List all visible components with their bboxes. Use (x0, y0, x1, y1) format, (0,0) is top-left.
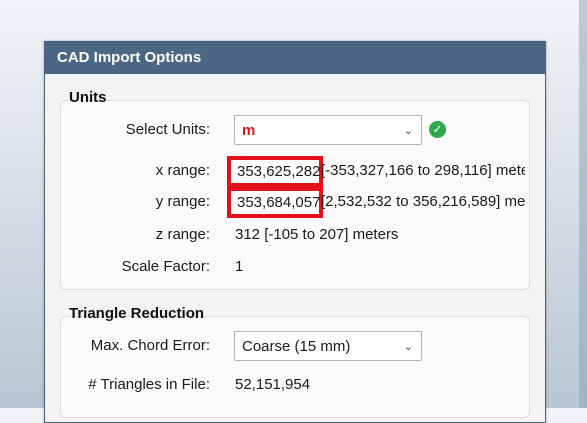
select-units-label: Select Units: (125, 121, 210, 138)
y-range-value: 353,684,057 (237, 194, 321, 211)
units-select[interactable]: m ⌄ (234, 115, 422, 145)
triangle-count-label: # Triangles in File: (88, 376, 210, 393)
scale-factor-label: Scale Factor: (121, 258, 210, 275)
chord-error-row: Max. Chord Error: Coarse (15 mm) ⌄ (45, 331, 545, 361)
chevron-down-icon: ⌄ (403, 125, 413, 137)
z-range-value: 312 [-105 to 207] meters (235, 226, 399, 243)
chord-error-value: Coarse (15 mm) (242, 338, 351, 355)
triangle-reduction-heading: Triangle Reduction (69, 305, 205, 322)
y-range-label: y range: (155, 193, 210, 210)
x-range-label: x range: (155, 162, 210, 179)
triangle-count-value: 52,151,954 (235, 376, 311, 393)
y-range-detail: [2,532,532 to 356,216,589] meters (321, 193, 525, 210)
chord-error-label: Max. Chord Error: (90, 337, 210, 354)
x-range-row: x range: 353,625,282 [-353,327,166 to 29… (45, 156, 545, 187)
scale-factor-value: 1 (235, 258, 244, 275)
x-range-detail: [-353,327,166 to 298,116] meters (321, 162, 525, 179)
y-range-row: y range: 353,684,057 [2,532,532 to 356,2… (45, 187, 545, 218)
chevron-down-icon: ⌄ (403, 341, 413, 353)
z-range-row: z range: 312 [-105 to 207] meters (45, 220, 545, 250)
units-heading: Units (69, 89, 107, 106)
x-range-value: 353,625,282 (237, 163, 321, 180)
x-range-highlight: 353,625,282 (227, 156, 323, 187)
scale-factor-row: Scale Factor: 1 (45, 252, 545, 282)
z-range-label: z range: (155, 226, 210, 243)
check-circle-icon: ✓ (429, 121, 446, 138)
chord-error-select[interactable]: Coarse (15 mm) ⌄ (234, 331, 422, 361)
select-units-row: Select Units: m ⌄ ✓ (45, 115, 545, 145)
cad-import-dialog: CAD Import Options Units Select Units: m… (44, 41, 546, 423)
y-range-highlight: 353,684,057 (227, 187, 323, 218)
triangle-count-row: # Triangles in File: 52,151,954 (45, 370, 545, 400)
dialog-title: CAD Import Options (45, 42, 545, 74)
units-select-value: m (242, 122, 256, 139)
window-edge (579, 0, 587, 408)
